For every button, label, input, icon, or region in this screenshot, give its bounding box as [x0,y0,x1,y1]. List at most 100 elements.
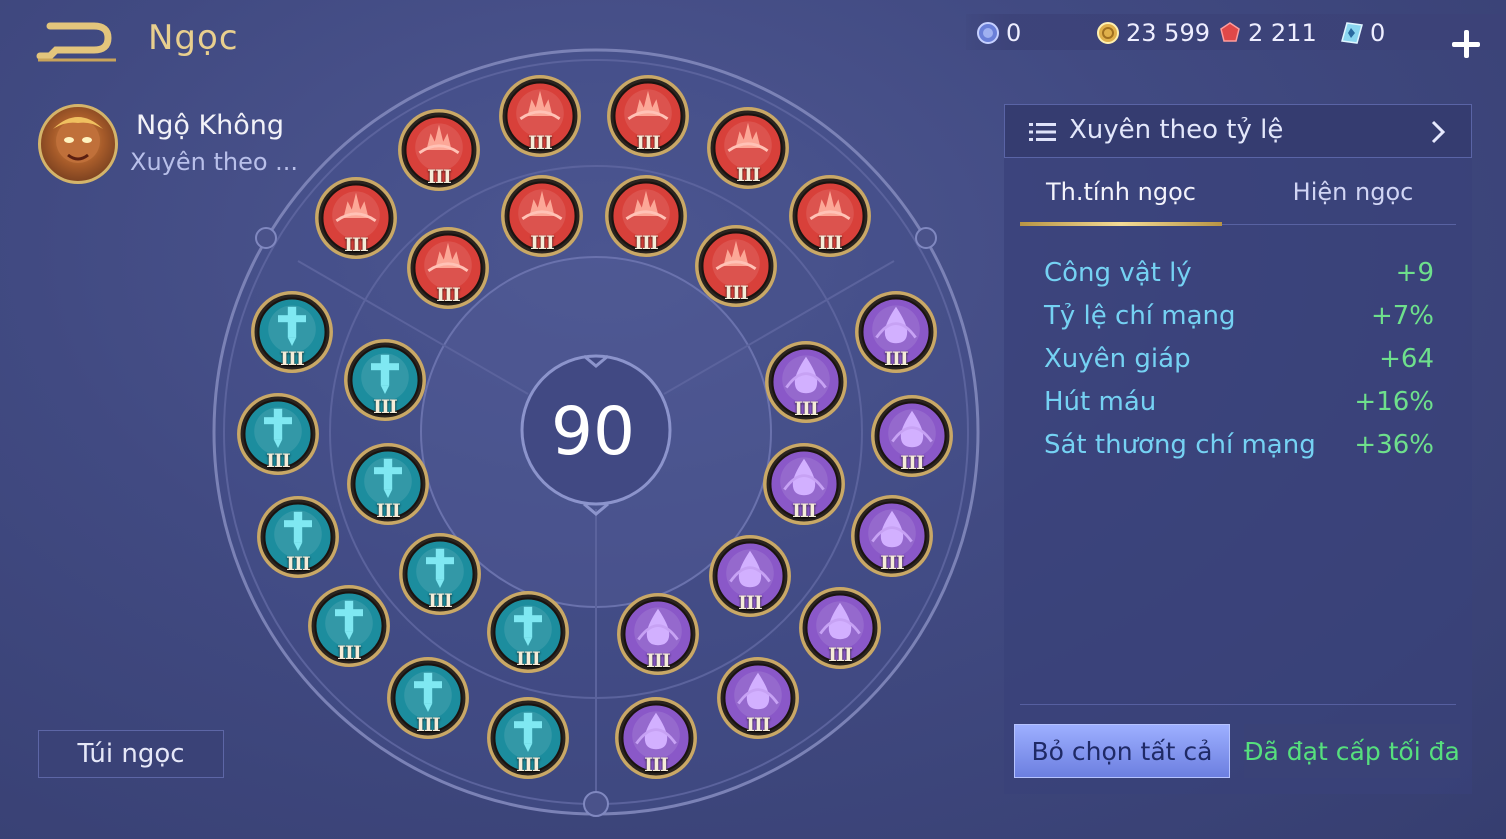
stat-row: Sát thương chí mạng +36% [1044,430,1434,470]
stat-name: Xuyên giáp [1044,344,1191,374]
purple-gem-slot[interactable]: III [798,586,882,670]
currency-diamond: 0 [1340,19,1385,47]
back-button[interactable] [36,18,118,64]
stat-value: +36% [1354,430,1434,460]
gem-tier-label: III [373,396,398,418]
gem-tier-label: III [530,232,555,254]
gem-tier-label: III [344,234,369,256]
gem-tier-label: III [792,500,817,522]
purple-gem-slot[interactable]: III [870,394,954,478]
stat-value: +16% [1354,387,1434,417]
gem-tier-label: III [266,450,291,472]
tab-show-gems-label: Hiện ngọc [1292,178,1414,206]
red-gem-slot[interactable]: III [314,176,398,260]
list-icon [1029,123,1056,141]
gem-tier-label: III [427,166,452,188]
gem-tier-label: III [636,132,661,154]
red-gem-slot[interactable]: III [706,106,790,190]
add-currency-button[interactable] [1452,30,1480,58]
gem-tier-label: III [634,232,659,254]
stat-name: Sát thương chí mạng [1044,430,1316,460]
gem-tier-label: III [416,714,441,736]
gem-tier-label: III [646,650,671,672]
red-gem-icon [1220,22,1240,42]
gem-tier-label: III [724,282,749,304]
stat-row: Tỷ lệ chí mạng +7% [1044,301,1434,341]
teal-gem-slot[interactable]: III [346,442,430,526]
currency-blue-coin-value: 0 [1006,19,1022,47]
gem-tier-label: III [428,590,453,612]
stat-value: +64 [1379,344,1434,374]
red-gem-slot[interactable]: III [604,174,688,258]
purple-gem-slot[interactable]: III [614,696,698,780]
tab-show-gems[interactable]: Hiện ngọc [1248,178,1458,228]
gem-tier-label: III [337,642,362,664]
gem-set-selector-label: Xuyên theo tỷ lệ [1069,115,1284,145]
red-gem-slot[interactable]: III [694,224,778,308]
currency-red-gem-value: 2 211 [1248,19,1317,47]
gem-tier-label: III [738,592,763,614]
gem-tier-label: III [376,500,401,522]
chevron-right-icon [1431,120,1445,144]
purple-gem-slot[interactable]: III [764,340,848,424]
purple-gem-slot[interactable]: III [850,494,934,578]
deselect-all-button[interactable]: Bỏ chọn tất cả [1014,724,1230,778]
gem-tier-label: III [516,648,541,670]
teal-gem-slot[interactable]: III [343,338,427,422]
stat-name: Hút máu [1044,387,1157,417]
purple-gem-slot[interactable]: III [708,534,792,618]
tab-gem-attributes[interactable]: Th.tính ngọc [1020,178,1222,228]
blue-coin-icon [977,22,999,44]
gem-tier-label: III [736,164,761,186]
gem-set-selector[interactable]: Xuyên theo tỷ lệ [1004,104,1472,158]
gem-tier-label: III [436,284,461,306]
purple-gem-slot[interactable]: III [854,290,938,374]
teal-gem-slot[interactable]: III [250,290,334,374]
teal-gem-slot[interactable]: III [256,495,340,579]
total-gem-level: 90 [551,392,635,470]
diamond-card-icon [1341,22,1363,44]
currency-blue-coin: 0 [976,19,1021,47]
teal-gem-slot[interactable]: III [236,392,320,476]
currency-diamond-value: 0 [1370,19,1386,47]
stat-name: Tỷ lệ chí mạng [1044,301,1236,331]
gem-bag-button[interactable]: Túi ngọc [38,730,224,778]
max-level-label: Đã đạt cấp tối đa [1244,724,1460,778]
currency-bar: 0 23 599 2 211 0 [966,14,1506,58]
tab-gem-attributes-label: Th.tính ngọc [1046,178,1196,206]
red-gem-slot[interactable]: III [397,108,481,192]
gem-tier-label: III [794,398,819,420]
red-gem-slot[interactable]: III [406,226,490,310]
stat-name: Công vật lý [1044,258,1192,288]
teal-gem-slot[interactable]: III [486,696,570,780]
gem-attributes-panel: Xuyên theo tỷ lệ Th.tính ngọc Hiện ngọc … [1004,104,1472,794]
purple-gem-slot[interactable]: III [616,592,700,676]
currency-gold: 23 599 [1096,19,1210,47]
gem-tier-label: III [746,714,771,736]
stat-row: Hút máu +16% [1044,387,1434,427]
red-gem-slot[interactable]: III [500,174,584,258]
currency-red-gem: 2 211 [1218,19,1317,47]
teal-gem-slot[interactable]: III [386,656,470,740]
hero-avatar[interactable] [38,104,118,184]
gem-tier-label: III [828,644,853,666]
gold-coin-icon [1097,22,1119,44]
red-gem-slot[interactable]: III [498,74,582,158]
gem-tier-label: III [884,348,909,370]
teal-gem-slot[interactable]: III [398,532,482,616]
red-gem-slot[interactable]: III [606,74,690,158]
back-arrow-icon [36,22,116,62]
stat-row: Công vật lý +9 [1044,258,1434,298]
gem-tier-label: III [880,552,905,574]
gem-tier-label: III [900,452,925,474]
stat-row: Xuyên giáp +64 [1044,344,1434,384]
red-gem-slot[interactable]: III [788,174,872,258]
active-tab-indicator [1020,222,1222,226]
currency-gold-value: 23 599 [1126,19,1210,47]
gem-tier-label: III [516,754,541,776]
teal-gem-slot[interactable]: III [307,584,391,668]
purple-gem-slot[interactable]: III [762,442,846,526]
stat-value: +7% [1370,301,1434,331]
purple-gem-slot[interactable]: III [716,656,800,740]
teal-gem-slot[interactable]: III [486,590,570,674]
